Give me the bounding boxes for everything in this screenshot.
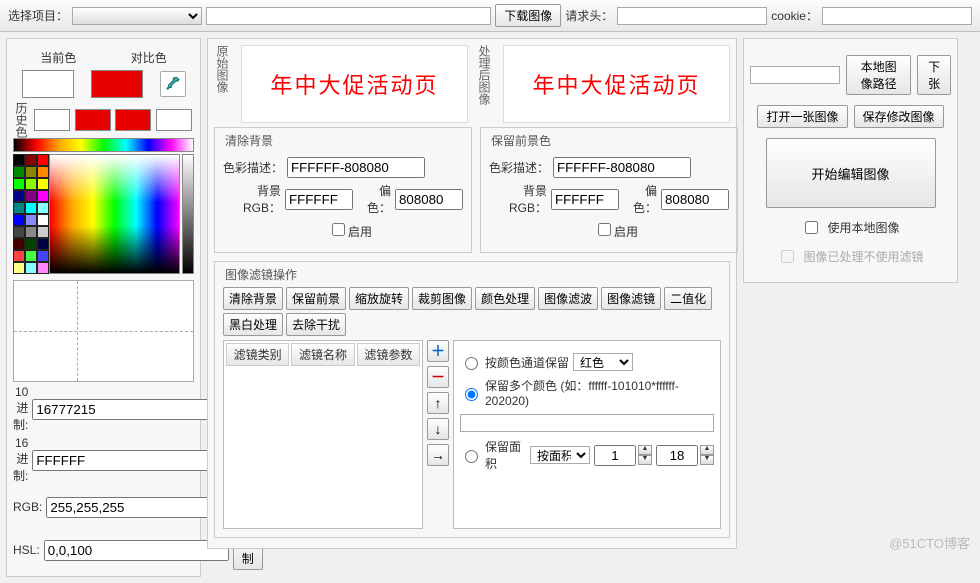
color-panel: 当前色 对比色 历史色: [6, 38, 201, 577]
bgrgb-input[interactable]: [285, 189, 353, 210]
right-button[interactable]: →: [427, 444, 449, 466]
hsl-input[interactable]: [44, 540, 229, 561]
offset-input[interactable]: [661, 189, 729, 210]
filter-op-button[interactable]: 清除背景: [223, 287, 283, 310]
rules-box: 按颜色通道保留红色 保留多个颜色 (如：ffffff-101010*ffffff…: [453, 340, 721, 529]
palette-grid[interactable]: [13, 154, 49, 274]
rgb-input[interactable]: [46, 497, 231, 518]
th-param: 滤镜参数: [357, 343, 420, 366]
offset-label: 偏色：: [623, 182, 657, 216]
orig-image: 年中大促活动页: [241, 45, 468, 123]
next-button[interactable]: 下张: [917, 55, 951, 95]
area-min[interactable]: [594, 445, 636, 466]
colordesc-input[interactable]: [287, 157, 425, 178]
up-button[interactable]: ↑: [427, 392, 449, 414]
colordesc-label: 色彩描述：: [223, 159, 283, 176]
history-swatch[interactable]: [115, 109, 151, 131]
contrast-swatch[interactable]: [91, 70, 143, 98]
spin-buttons[interactable]: ▲▼: [638, 445, 652, 465]
rgb-label: RGB:: [13, 500, 42, 514]
hex-label: 16进制:: [13, 436, 28, 484]
filter-op-button[interactable]: 黑白处理: [223, 313, 283, 336]
uselocal-checkbox[interactable]: [805, 221, 818, 234]
down-button[interactable]: ↓: [427, 418, 449, 440]
path-button[interactable]: 本地图像路径: [846, 55, 911, 95]
radio-area[interactable]: [465, 450, 478, 463]
offset-label: 偏色：: [357, 182, 391, 216]
bgrgb-label: 背景RGB：: [223, 182, 281, 216]
history-swatch[interactable]: [75, 109, 111, 131]
colordesc-label: 色彩描述：: [489, 159, 549, 176]
multicolor-input[interactable]: [460, 414, 714, 432]
value-bar[interactable]: [182, 154, 194, 274]
header-label: 请求头：: [565, 7, 613, 24]
filter-op-button[interactable]: 图像滤镜: [601, 287, 661, 310]
filter-op-button[interactable]: 保留前景: [286, 287, 346, 310]
right-panel: 本地图像路径下张 打开一张图像保存修改图像 开始编辑图像 使用本地图像 图像已处…: [743, 38, 958, 283]
current-swatch[interactable]: [22, 70, 74, 98]
cookie-label: cookie：: [771, 7, 818, 24]
history-label: 历史色: [13, 102, 30, 138]
filter-op-button[interactable]: 缩放旋转: [349, 287, 409, 310]
hsl-label: HSL:: [13, 543, 40, 557]
middle-panel: 原始图像 年中大促活动页 处理后图像 年中大促活动页 清除背景 色彩描述： 背景…: [207, 38, 737, 549]
filter-table[interactable]: 滤镜类别 滤镜名称 滤镜参数: [223, 340, 423, 529]
save-button[interactable]: 保存修改图像: [854, 105, 944, 128]
area-max[interactable]: [656, 445, 698, 466]
eyedropper-icon[interactable]: [160, 71, 186, 97]
project-select[interactable]: [72, 7, 202, 25]
enable-keepfg-checkbox[interactable]: [598, 223, 611, 236]
dec-input[interactable]: [32, 399, 217, 420]
zoom-preview: [13, 280, 194, 382]
th-type: 滤镜类别: [226, 343, 289, 366]
clear-bg-group: 清除背景 色彩描述： 背景RGB： 偏色： 启用: [214, 127, 472, 253]
contrast-label: 对比色: [131, 49, 167, 66]
filter-group: 图像滤镜操作 清除背景保留前景缩放旋转裁剪图像颜色处理图像滤波图像滤镜二值化黑白…: [214, 261, 730, 538]
bgrgb-label: 背景RGB：: [489, 182, 547, 216]
hue-bar[interactable]: [13, 138, 194, 152]
filter-op-button[interactable]: 颜色处理: [475, 287, 535, 310]
clear-bg-legend: 清除背景: [221, 132, 277, 149]
filter-op-button[interactable]: 去除干扰: [286, 313, 346, 336]
filter-op-button[interactable]: 二值化: [664, 287, 712, 310]
channel-select[interactable]: 红色: [573, 353, 633, 371]
download-button[interactable]: 下载图像: [495, 4, 561, 27]
spin-buttons[interactable]: ▲▼: [700, 445, 714, 465]
filter-op-button[interactable]: 图像滤波: [538, 287, 598, 310]
radio-channel[interactable]: [465, 357, 478, 370]
area-mode-select[interactable]: 按面积: [530, 446, 590, 464]
url-input[interactable]: [206, 7, 491, 25]
header-input[interactable]: [617, 7, 767, 25]
cookie-input[interactable]: [822, 7, 972, 25]
radio-multicolor[interactable]: [465, 388, 478, 401]
history-swatch[interactable]: [156, 109, 192, 131]
th-name: 滤镜名称: [291, 343, 354, 366]
hex-input[interactable]: [32, 450, 217, 471]
proc-image: 年中大促活动页: [503, 45, 730, 123]
keep-fg-group: 保留前景色 色彩描述： 背景RGB： 偏色： 启用: [480, 127, 738, 253]
current-label: 当前色: [40, 49, 76, 66]
proc-label: 处理后图像: [476, 45, 493, 123]
nofilter-checkbox: [781, 250, 794, 263]
watermark: @51CTO博客: [889, 533, 970, 552]
colordesc-input[interactable]: [553, 157, 691, 178]
top-toolbar: 选择项目： 下载图像 请求头： cookie：: [0, 0, 980, 32]
start-edit-button[interactable]: 开始编辑图像: [766, 138, 936, 208]
keep-fg-legend: 保留前景色: [487, 132, 555, 149]
color-gradient[interactable]: [49, 154, 180, 274]
offset-input[interactable]: [395, 189, 463, 210]
history-swatch[interactable]: [34, 109, 70, 131]
open-button[interactable]: 打开一张图像: [757, 105, 847, 128]
project-label: 选择项目：: [8, 7, 68, 24]
remove-button[interactable]: －: [427, 366, 449, 388]
dec-label: 10进制:: [13, 385, 28, 433]
orig-label: 原始图像: [214, 45, 231, 123]
filter-legend: 图像滤镜操作: [221, 266, 301, 283]
enable-clearbg-checkbox[interactable]: [332, 223, 345, 236]
add-button[interactable]: ＋: [427, 340, 449, 362]
bgrgb-input[interactable]: [551, 189, 619, 210]
path-input[interactable]: [750, 66, 840, 84]
filter-op-button[interactable]: 裁剪图像: [412, 287, 472, 310]
